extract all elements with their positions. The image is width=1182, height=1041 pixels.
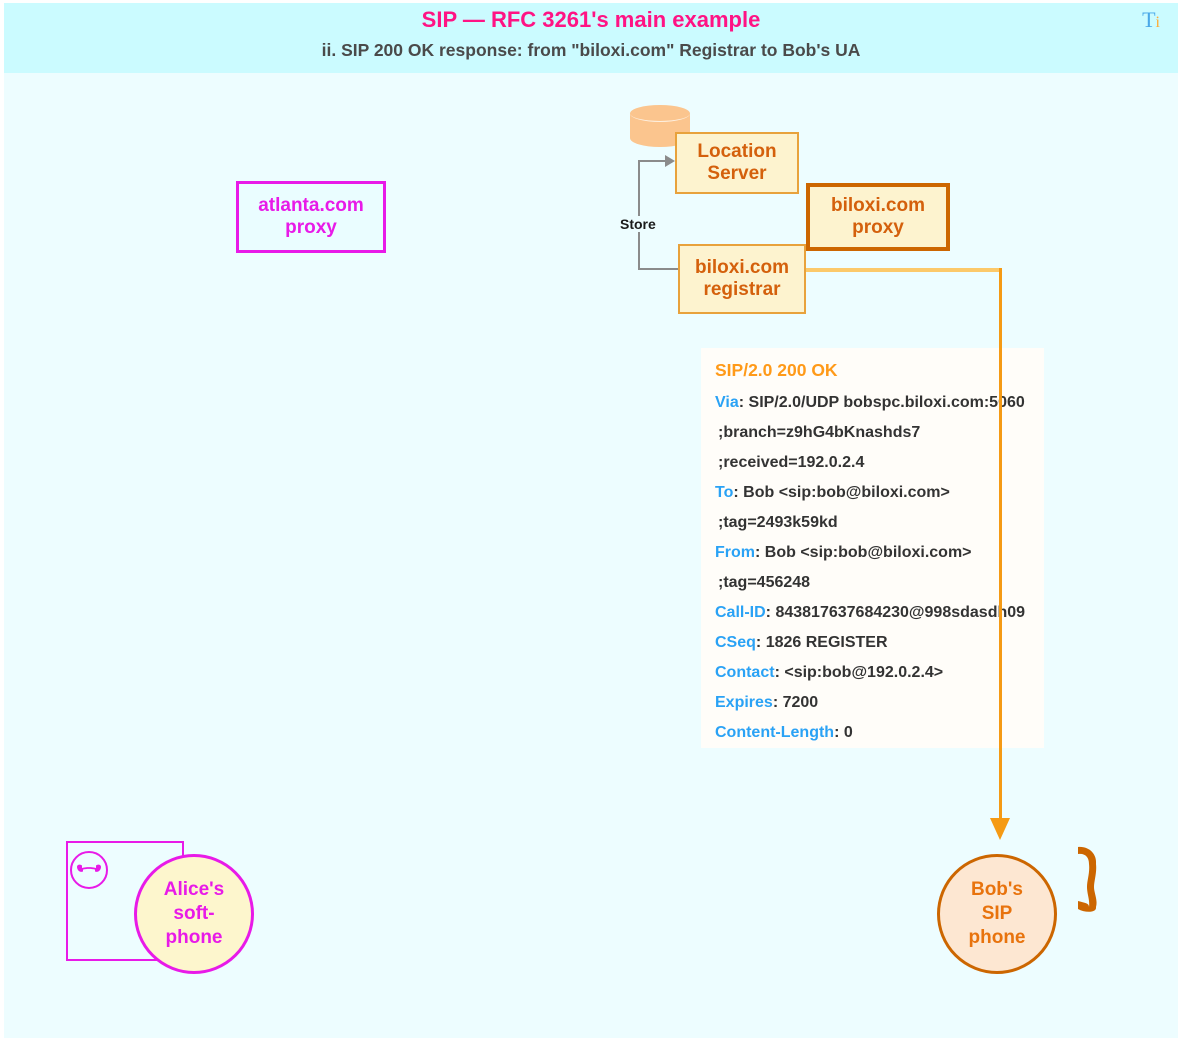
node-biloxi-proxy-line2: proxy [852, 217, 904, 238]
sip-header-value: 7200 [782, 694, 819, 711]
node-location-server[interactable]: Location Server [675, 132, 799, 194]
node-biloxi-registrar-line2: registrar [703, 279, 781, 300]
sip-message-panel: SIP/2.0 200 OK Via: SIP/2.0/UDP bobspc.b… [701, 348, 1044, 748]
flow-line-horizontal [805, 268, 1001, 272]
brand-logo: Ti [1142, 9, 1160, 34]
node-atlanta-proxy[interactable]: atlanta.com proxy [236, 181, 386, 253]
handset-glyph [1078, 846, 1097, 912]
page-title: SIP — RFC 3261's main example [421, 7, 761, 32]
sip-header-line: Content-Length: 0 [715, 724, 853, 741]
sip-header-name: To [715, 484, 734, 501]
sip-header-value: SIP/2.0/UDP bobspc.biloxi.com:5060 [748, 394, 1025, 411]
sip-header-list: Via: SIP/2.0/UDP bobspc.biloxi.com:5060;… [709, 388, 1044, 748]
sip-header-line: ;tag=2493k59kd [718, 508, 1044, 538]
sip-header-line: ;branch=z9hG4bKnashds7 [718, 418, 1044, 448]
node-alice-line2: soft- [173, 902, 215, 924]
store-arrow-segment-vertical [638, 160, 640, 270]
flow-line-vertical [999, 268, 1002, 821]
node-location-server-line1: Location [697, 140, 777, 162]
sip-header-line: Call-ID: 843817637684230@998sdasdh09 [715, 604, 1026, 621]
sip-header-name: CSeq [715, 634, 756, 651]
sip-header-value: Bob <sip:bob@biloxi.com> [743, 484, 950, 501]
sip-header-value: Bob <sip:bob@biloxi.com> [764, 544, 972, 561]
logo-letter-i: i [1155, 14, 1160, 31]
sip-header-value: ;branch=z9hG4bKnashds7 [718, 424, 921, 441]
store-arrowhead-icon [665, 155, 675, 167]
node-location-server-line2: Server [707, 163, 767, 184]
node-biloxi-registrar-line1: biloxi.com [695, 256, 789, 278]
sip-header-line: Via: SIP/2.0/UDP bobspc.biloxi.com:5060 [715, 394, 1025, 411]
store-arrow-label: Store [618, 216, 658, 232]
sip-header-name: Expires [715, 694, 773, 711]
sip-header-value: ;received=192.0.2.4 [718, 454, 865, 471]
node-alice-softphone[interactable]: Alice's soft- phone [134, 854, 254, 974]
node-alice-line1: Alice's [163, 878, 225, 900]
node-atlanta-proxy-line2: proxy [285, 217, 337, 238]
sip-header-line: From: Bob <sip:bob@biloxi.com> [715, 544, 972, 561]
diagram-canvas: SIP — RFC 3261's main example ii. SIP 20… [4, 3, 1178, 1038]
sip-header-line: ;tag=456248 [718, 568, 1044, 598]
node-biloxi-registrar[interactable]: biloxi.com registrar [678, 244, 806, 314]
sip-header-value: 843817637684230@998sdasdh09 [775, 604, 1026, 621]
sip-header-value: ;tag=456248 [718, 574, 811, 591]
sip-start-line: SIP/2.0 200 OK [715, 360, 838, 380]
phone-handset-icon [76, 864, 102, 877]
store-arrow-segment-bottom [638, 268, 678, 270]
logo-letter-t: T [1142, 7, 1156, 32]
sip-header-value: <sip:bob@192.0.2.4> [784, 664, 944, 681]
handset-glyph [77, 864, 101, 872]
node-alice-line3: phone [165, 927, 223, 949]
sip-header-value: 1826 REGISTER [765, 634, 888, 651]
sip-header-value: ;tag=2493k59kd [718, 514, 838, 531]
sip-header-line: CSeq: 1826 REGISTER [715, 634, 888, 651]
flow-arrowhead-icon [990, 818, 1010, 840]
node-bob-line3: phone [968, 927, 1026, 949]
database-top [630, 105, 690, 122]
page-root: SIP — RFC 3261's main example ii. SIP 20… [0, 0, 1182, 1041]
sip-header-line: ;received=192.0.2.4 [718, 448, 1044, 478]
node-bob-line2: SIP [981, 902, 1013, 924]
node-bob-sip-phone[interactable]: Bob's SIP phone [937, 854, 1057, 974]
sip-header-name: Contact [715, 664, 775, 681]
node-biloxi-proxy-line1: biloxi.com [831, 194, 925, 216]
sip-header-value: 0 [843, 724, 853, 741]
page-subtitle: ii. SIP 200 OK response: from "biloxi.co… [321, 40, 861, 60]
header-band: SIP — RFC 3261's main example ii. SIP 20… [4, 3, 1178, 73]
sip-header-line: Contact: <sip:bob@192.0.2.4> [715, 664, 944, 681]
node-biloxi-proxy[interactable]: biloxi.com proxy [806, 183, 950, 251]
sip-header-line: Expires: 7200 [715, 694, 819, 711]
sip-header-name: Call-ID [715, 604, 766, 621]
store-arrow-segment-top [638, 160, 668, 162]
node-bob-line1: Bob's [970, 878, 1024, 900]
sip-header-name: Content-Length [715, 724, 835, 741]
node-atlanta-proxy-line1: atlanta.com [258, 194, 364, 216]
sip-header-line: To: Bob <sip:bob@biloxi.com> [715, 484, 950, 501]
sip-header-name: Via [715, 394, 739, 411]
sip-header-name: From [715, 544, 755, 561]
phone-handset-icon [1072, 843, 1112, 913]
